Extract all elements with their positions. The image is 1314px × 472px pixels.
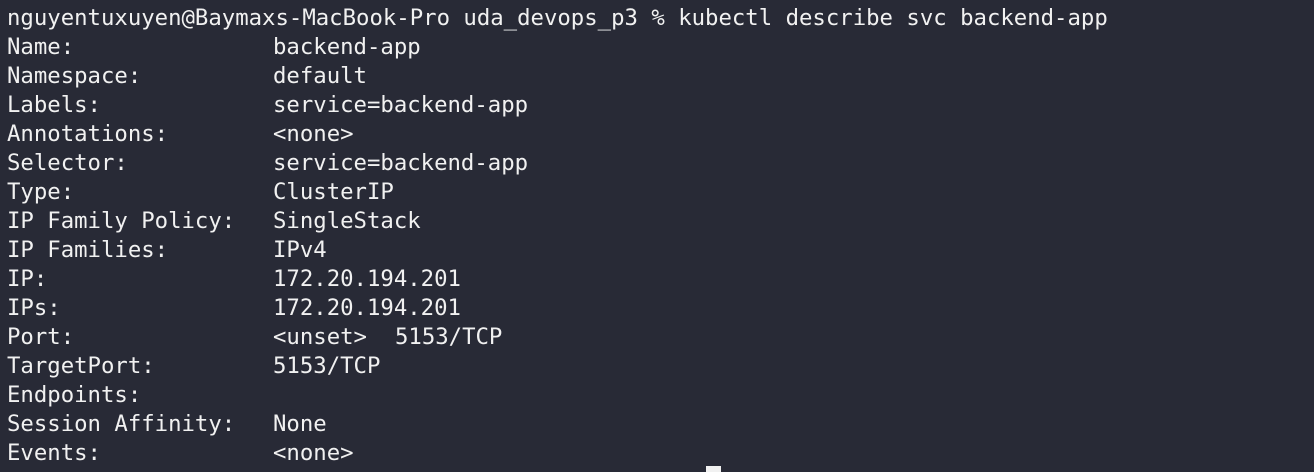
prompt-command-line: nguyentuxuyen@Baymaxs-MacBook-Pro uda_de… — [7, 4, 1314, 33]
terminal-cursor — [706, 466, 721, 472]
output-line-targetport: TargetPort: 5153/TCP — [7, 352, 1314, 381]
field-key: Endpoints: — [7, 382, 142, 408]
output-line-endpoints: Endpoints: — [7, 381, 1314, 410]
output-line-ip-family-policy: IP Family Policy: SingleStack — [7, 207, 1314, 236]
terminal-window[interactable]: nguyentuxuyen@Baymaxs-MacBook-Pro uda_de… — [0, 0, 1314, 472]
prompt-command-text: nguyentuxuyen@Baymaxs-MacBook-Pro uda_de… — [7, 5, 1108, 31]
output-line-namespace: Namespace: default — [7, 62, 1314, 91]
field-key: TargetPort: — [7, 353, 155, 379]
field-key: Labels: — [7, 92, 101, 118]
output-line-type: Type: ClusterIP — [7, 178, 1314, 207]
field-value: service=backend-app — [273, 150, 529, 176]
output-line-ip-families: IP Families: IPv4 — [7, 236, 1314, 265]
field-key: Type: — [7, 179, 75, 205]
output-line-name: Name: backend-app — [7, 33, 1314, 62]
field-key: Port: — [7, 324, 75, 350]
field-value: None — [273, 411, 327, 437]
field-key: Selector: — [7, 150, 128, 176]
field-value: service=backend-app — [273, 92, 529, 118]
field-key: Name: — [7, 34, 75, 60]
field-value: <none> — [273, 121, 354, 147]
port-protocol-value: 5153/TCP — [394, 324, 503, 350]
field-key: IP Family Policy: — [7, 208, 236, 234]
field-value: 172.20.194.201 — [273, 266, 461, 292]
output-line-selector: Selector: service=backend-app — [7, 149, 1314, 178]
field-value: default — [273, 63, 367, 89]
field-value: SingleStack — [273, 208, 421, 234]
field-key: Events: — [7, 440, 101, 466]
field-value: IPv4 — [273, 237, 327, 263]
field-value: 5153/TCP — [273, 353, 381, 379]
field-value: backend-app — [273, 34, 421, 60]
output-line-annotations: Annotations: <none> — [7, 120, 1314, 149]
field-key: IP: — [7, 266, 48, 292]
field-key: IP Families: — [7, 237, 169, 263]
output-line-events: Events: <none> — [7, 439, 1314, 468]
field-value: ClusterIP — [273, 179, 394, 205]
output-line-port: Port: <unset> 5153/TCP — [7, 323, 1314, 352]
field-key: Session Affinity: — [7, 411, 236, 437]
output-line-ips: IPs: 172.20.194.201 — [7, 294, 1314, 323]
output-line-ip: IP: 172.20.194.201 — [7, 265, 1314, 294]
field-value: 172.20.194.201 — [273, 295, 461, 321]
port-name-value: <unset> — [273, 324, 367, 350]
field-value: <none> — [273, 440, 354, 466]
field-key: Annotations: — [7, 121, 169, 147]
field-key: IPs: — [7, 295, 61, 321]
field-key: Namespace: — [7, 63, 142, 89]
output-line-labels: Labels: service=backend-app — [7, 91, 1314, 120]
output-line-session-affinity: Session Affinity: None — [7, 410, 1314, 439]
